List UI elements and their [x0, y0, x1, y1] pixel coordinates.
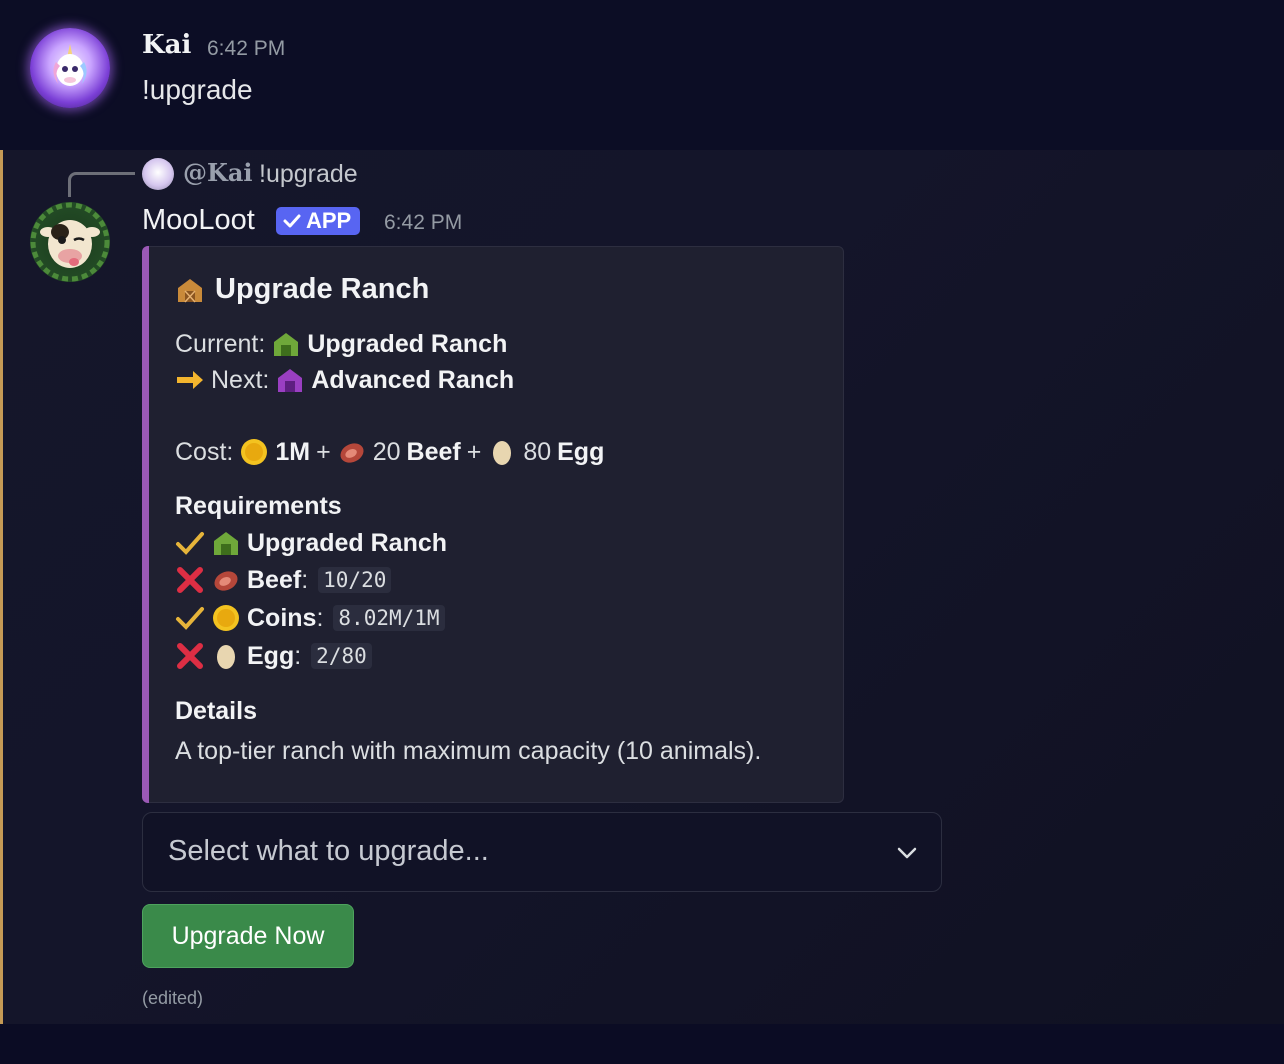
requirement-colon: : [316, 603, 324, 632]
current-value: Upgraded Ranch [307, 329, 508, 358]
cost-beef-qty: 20 [372, 437, 401, 466]
green-barn-icon [214, 532, 238, 555]
coin-icon [213, 605, 239, 631]
reply-preview-text[interactable]: !upgrade [259, 160, 358, 189]
check-icon [176, 532, 204, 555]
current-label: Current: [175, 329, 266, 358]
chevron-down-icon [897, 847, 917, 859]
mooloot-avatar[interactable] [30, 202, 110, 282]
green-barn-icon [274, 333, 299, 356]
author-name[interactable]: MooLoot [142, 204, 255, 237]
cost-egg-qty: 80 [523, 437, 552, 466]
select-placeholder: Select what to upgrade... [168, 835, 489, 867]
cost-line: Cost: 1M + 20 Beef + 80 Egg [175, 437, 604, 467]
arrow-right-icon [177, 371, 203, 389]
edited-indicator: (edited) [142, 988, 204, 1008]
verified-check-icon [283, 214, 301, 228]
embed-title-text: Upgrade Ranch [215, 273, 430, 305]
requirement-name: Upgraded Ranch [247, 528, 448, 557]
requirement-row: Egg: 2/80 [175, 641, 372, 671]
upgrade-embed: Upgrade Ranch Current: Upgraded Ranch Ne… [142, 246, 844, 803]
next-line: Next: Advanced Ranch [175, 365, 514, 395]
upgrade-now-button[interactable]: Upgrade Now [142, 904, 354, 968]
requirement-row: Beef: 10/20 [175, 565, 392, 595]
reply-mention[interactable]: @Kai [183, 158, 253, 187]
timestamp: 6:42 PM [384, 211, 463, 234]
cost-coins: 1M [275, 437, 311, 466]
details-text: A top-tier ranch with maximum capacity (… [175, 737, 762, 765]
cross-icon [177, 643, 203, 669]
app-badge: APP [276, 207, 361, 235]
cost-beef: Beef [406, 437, 461, 466]
requirement-name: Coins [247, 603, 317, 632]
message-kai: Kai 6:42 PM !upgrade [0, 0, 1284, 150]
requirement-name: Beef [247, 565, 302, 594]
mention-highlight-bar [0, 150, 3, 1024]
requirement-progress: 8.02M/1M [333, 605, 445, 631]
check-icon [176, 607, 204, 630]
requirement-row: Upgraded Ranch [175, 528, 447, 558]
message-mooloot: @Kai !upgrade MooLoot APP 6:42 PM Upgrad… [0, 150, 1284, 1024]
egg-icon [493, 441, 512, 465]
chat-bottom-area [0, 1024, 1284, 1064]
details-heading: Details [175, 697, 257, 725]
author-name[interactable]: Kai [142, 30, 191, 60]
next-label: Next: [211, 365, 270, 394]
cost-label: Cost: [175, 437, 234, 466]
egg-icon [217, 645, 235, 669]
barn-icon [178, 278, 202, 303]
app-badge-label: APP [306, 208, 352, 233]
next-value: Advanced Ranch [311, 365, 515, 394]
beef-icon [340, 443, 364, 463]
requirement-colon: : [301, 565, 309, 594]
embed-title: Upgrade Ranch [175, 273, 429, 306]
requirement-progress: 2/80 [311, 643, 372, 669]
requirement-row: Coins: 8.02M/1M [175, 603, 445, 633]
embed-accent-bar [142, 246, 149, 803]
kai-avatar[interactable] [30, 28, 110, 108]
cost-plus: + [316, 437, 331, 466]
beef-icon [214, 571, 238, 591]
reply-connector [68, 172, 135, 197]
unicorn-icon [53, 44, 87, 86]
cost-plus: + [466, 437, 482, 466]
coin-icon [241, 439, 268, 465]
requirements-heading: Requirements [175, 492, 342, 520]
upgrade-select[interactable]: Select what to upgrade... [142, 812, 942, 892]
requirement-name: Egg [247, 641, 295, 670]
requirement-colon: : [294, 641, 302, 670]
current-line: Current: Upgraded Ranch [175, 329, 507, 359]
cost-egg: Egg [557, 437, 605, 466]
purple-barn-icon [278, 369, 303, 392]
requirement-progress: 10/20 [318, 567, 392, 593]
cow-icon [30, 202, 110, 282]
reply-avatar[interactable] [142, 158, 174, 190]
message-text: !upgrade [142, 74, 253, 105]
timestamp: 6:42 PM [207, 37, 286, 60]
cross-icon [177, 567, 203, 593]
